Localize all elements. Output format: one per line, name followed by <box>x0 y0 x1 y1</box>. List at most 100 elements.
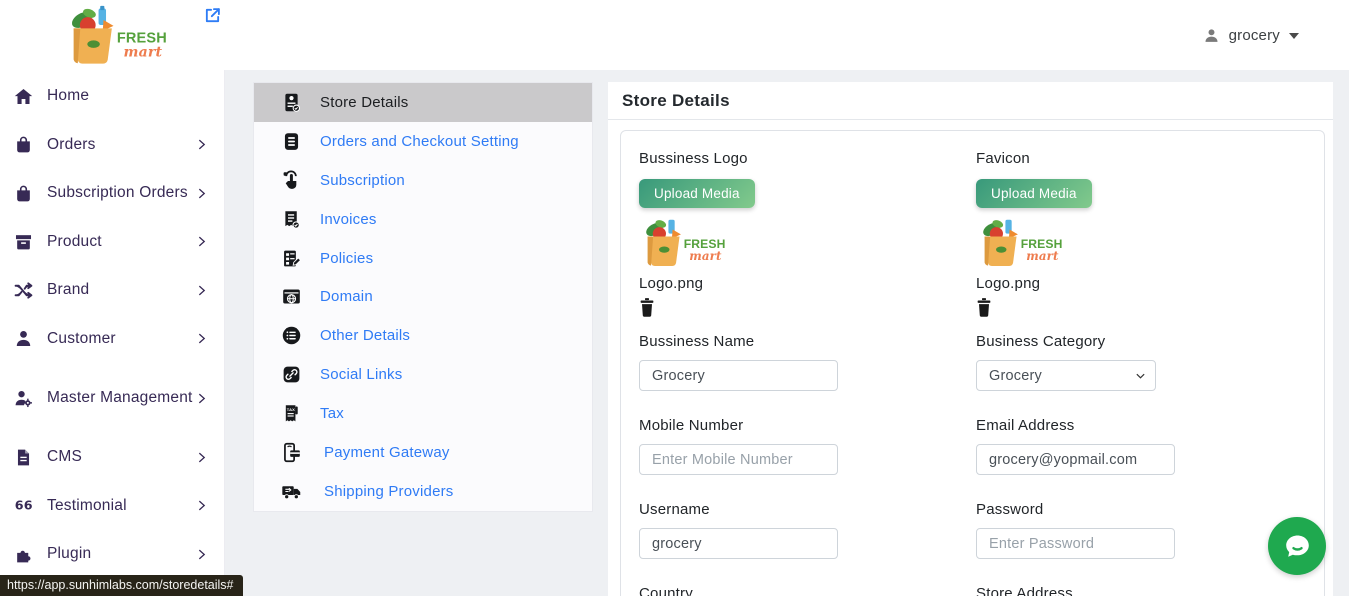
page-title-bar: Store Details <box>608 82 1333 120</box>
sidebar-item-master-management[interactable]: Master Management <box>0 363 224 433</box>
store-details-form: Bussiness Logo Upload Media FRESH mart <box>620 130 1325 596</box>
browser-status-url: https://app.sunhimlabs.com/storedetails# <box>0 575 243 596</box>
chevron-right-icon <box>195 392 208 405</box>
chat-widget-button[interactable] <box>1268 517 1326 575</box>
list-circle-icon <box>279 325 303 346</box>
settings-item-store-details[interactable]: Store Details <box>254 83 592 122</box>
email-address-field: Email Address <box>976 417 1324 475</box>
freshmart-logo[interactable]: FRESH mart <box>62 4 170 71</box>
settings-item-policies[interactable]: Policies <box>254 239 592 278</box>
chat-bubble-icon <box>1281 530 1313 562</box>
product-box-icon <box>12 232 34 251</box>
settings-item-social-links[interactable]: Social Links <box>254 355 592 394</box>
external-link-icon[interactable] <box>204 7 221 29</box>
settings-item-label: Domain <box>320 288 373 305</box>
username-input[interactable] <box>639 528 838 559</box>
chevron-right-icon <box>195 499 208 512</box>
store-details-panel: Store Details Bussiness Logo Upload Medi… <box>608 82 1333 596</box>
settings-item-subscription[interactable]: Subscription <box>254 161 592 200</box>
top-header: FRESH mart grocery <box>0 0 1349 70</box>
freshmart-logo-image: FRESH mart <box>62 4 170 66</box>
business-name-label: Bussiness Name <box>639 333 976 350</box>
upload-business-logo-button[interactable]: Upload Media <box>639 179 755 208</box>
document-icon <box>12 448 34 467</box>
payment-icon <box>279 442 303 463</box>
country-field: Country India <box>639 585 976 596</box>
sidebar-item-testimonial[interactable]: 66 Testimonial <box>0 482 224 531</box>
business-name-field: Bussiness Name <box>639 333 976 391</box>
sidebar-item-cms[interactable]: CMS <box>0 433 224 482</box>
sidebar-item-label: Home <box>47 85 89 107</box>
page-title: Store Details <box>622 91 730 110</box>
business-logo-filename: Logo.png <box>639 275 976 292</box>
settings-menu: Store Details Orders and Checkout Settin… <box>253 82 593 512</box>
sidebar-item-label: Product <box>47 231 102 253</box>
settings-item-domain[interactable]: Domain <box>254 278 592 317</box>
settings-item-other-details[interactable]: Other Details <box>254 316 592 355</box>
chevron-right-icon <box>195 451 208 464</box>
store-address-label: Store Address <box>976 585 1324 596</box>
password-label: Password <box>976 501 1324 518</box>
store-details-icon <box>279 92 303 113</box>
business-category-label: Business Category <box>976 333 1324 350</box>
sidebar-item-label: Subscription Orders <box>47 182 188 204</box>
settings-item-tax[interactable]: TAX Tax <box>254 394 592 433</box>
trash-icon <box>976 298 992 317</box>
chevron-right-icon <box>195 548 208 561</box>
settings-item-orders-checkout[interactable]: Orders and Checkout Setting <box>254 122 592 161</box>
password-input[interactable] <box>976 528 1175 559</box>
settings-item-invoices[interactable]: Invoices <box>254 200 592 239</box>
settings-item-label: Tax <box>320 405 344 422</box>
sidebar-item-label: CMS <box>47 446 82 468</box>
favicon-preview: FRESH mart <box>972 217 1324 272</box>
delete-business-logo-button[interactable] <box>639 298 655 320</box>
sidebar-item-label: Customer <box>47 328 116 350</box>
sidebar-item-plugin[interactable]: Plugin <box>0 530 224 579</box>
sidebar-item-orders[interactable]: Orders <box>0 121 224 170</box>
chevron-right-icon <box>195 187 208 200</box>
delete-favicon-button[interactable] <box>976 298 992 320</box>
sidebar-item-label: Master Management <box>47 387 193 409</box>
shuffle-icon <box>12 281 34 300</box>
svg-text:mart: mart <box>123 45 162 61</box>
orders-bag-icon <box>12 135 34 154</box>
business-name-input[interactable] <box>639 360 838 391</box>
sidebar-item-home[interactable]: Home <box>0 72 224 121</box>
sidebar-item-customer[interactable]: Customer <box>0 315 224 364</box>
email-address-label: Email Address <box>976 417 1324 434</box>
email-address-input[interactable] <box>976 444 1175 475</box>
link-icon <box>279 364 303 385</box>
svg-text:66: 66 <box>14 498 32 513</box>
sidebar-item-label: Plugin <box>47 543 91 565</box>
svg-text:mart: mart <box>1026 249 1059 263</box>
settings-item-label: Social Links <box>320 366 402 383</box>
chevron-right-icon <box>195 235 208 248</box>
settings-item-label: Store Details <box>320 94 408 111</box>
settings-item-shipping-providers[interactable]: Shipping Providers <box>254 472 592 511</box>
truck-icon <box>279 481 303 502</box>
quote-icon: 66 <box>12 496 34 515</box>
home-icon <box>12 87 34 106</box>
favicon-field: Favicon Upload Media FRESH mart <box>976 150 1324 320</box>
username-label: Username <box>639 501 976 518</box>
settings-item-payment-gateway[interactable]: Payment Gateway <box>254 433 592 472</box>
settings-item-label: Orders and Checkout Setting <box>320 133 519 150</box>
sidebar-item-product[interactable]: Product <box>0 218 224 267</box>
sidebar-item-subscription-orders[interactable]: Subscription Orders <box>0 169 224 218</box>
user-menu[interactable]: grocery <box>1203 0 1299 70</box>
upload-favicon-button[interactable]: Upload Media <box>976 179 1092 208</box>
user-avatar-icon <box>1203 27 1220 44</box>
mobile-number-input[interactable] <box>639 444 838 475</box>
tax-receipt-icon: TAX <box>279 403 303 424</box>
business-category-select[interactable]: Grocery <box>976 360 1156 391</box>
chevron-right-icon <box>195 284 208 297</box>
user-menu-label: grocery <box>1229 27 1280 44</box>
domain-globe-icon <box>279 286 303 307</box>
main-sidebar: Home Orders Subscription Orders Product … <box>0 70 225 596</box>
settings-item-label: Other Details <box>320 327 410 344</box>
policies-icon <box>279 248 303 269</box>
store-address-field: Store Address <box>976 585 1324 596</box>
sidebar-item-label: Orders <box>47 134 96 156</box>
sidebar-item-brand[interactable]: Brand <box>0 266 224 315</box>
business-logo-field: Bussiness Logo Upload Media FRESH mart <box>639 150 976 320</box>
